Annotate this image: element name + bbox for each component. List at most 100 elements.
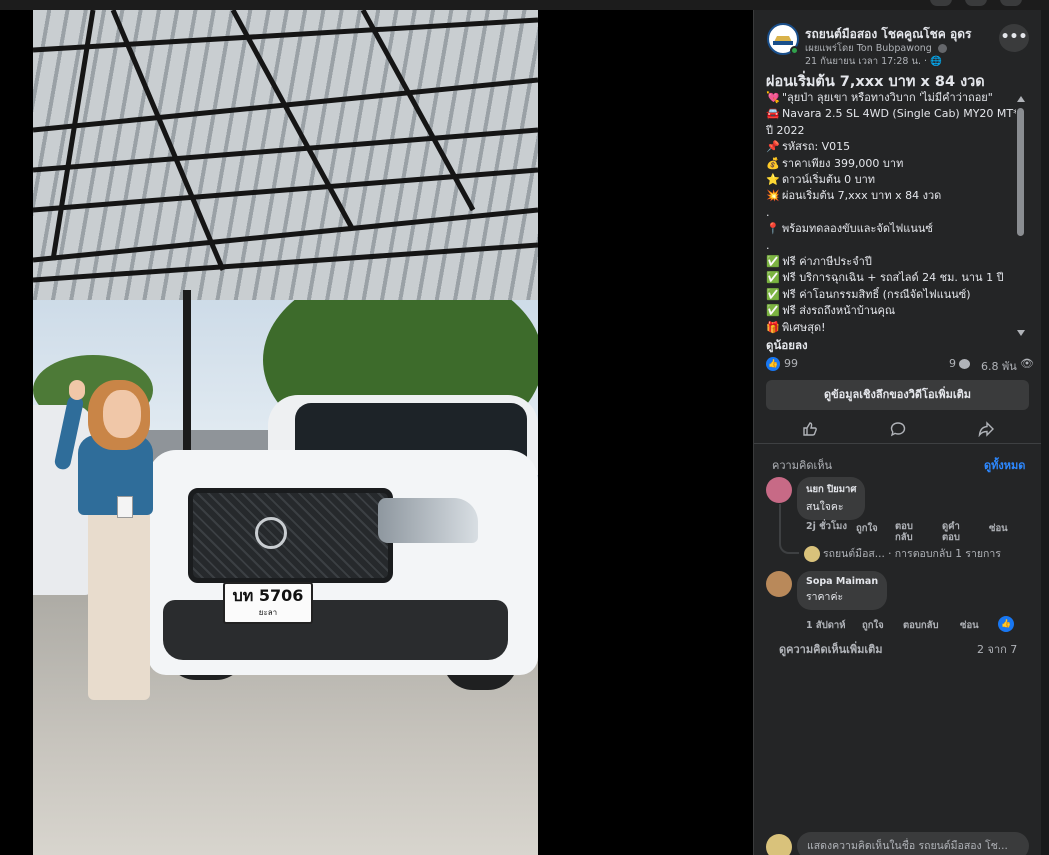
section-divider xyxy=(754,443,1042,444)
comment-bubble: Sopa Maiman ราคาค่ะ xyxy=(797,571,888,610)
see-all-comments-link[interactable]: ดูทั้งหมด xyxy=(984,456,1025,474)
post-body-text: พร้อมทดลองขับและจัดไฟแนนซ์ xyxy=(782,222,933,236)
comment-icon xyxy=(890,422,906,437)
comment-time[interactable]: 1 สัปดาห์ xyxy=(806,618,846,633)
emoji-icon: ⭐ xyxy=(766,173,780,187)
view-more-comments-link[interactable]: ดูความคิดเห็นเพิ่มเติม xyxy=(779,640,883,658)
post-body-text: ฟรี ค่าโอนกรรมสิทธิ์ (กรณีจัดไฟแนนซ์) xyxy=(782,287,971,301)
comment-count[interactable]: 9 xyxy=(949,357,956,370)
like-button[interactable] xyxy=(766,415,854,443)
post-body-text: ปี 2022 xyxy=(766,123,805,137)
emoji-icon: 💰 xyxy=(766,156,780,170)
scroll-up-arrow-icon[interactable] xyxy=(1017,96,1025,102)
nissan-emblem-icon xyxy=(255,517,287,549)
post-body-line: ✅ ฟรี บริการฉุกเฉิน + รถสไลด์ 24 ชม. นาน … xyxy=(766,270,1016,286)
reply-summary[interactable]: รถยนต์มือส... · การตอบกลับ 1 รายการ xyxy=(804,545,1001,562)
truck-grille xyxy=(188,488,393,583)
page-reply-avatar xyxy=(804,546,820,562)
video-player[interactable]: บท 5706 ยะลา xyxy=(33,10,538,855)
reply-thread-line xyxy=(779,504,799,554)
comments-header: ความคิดเห็น xyxy=(772,459,832,472)
post-body-text: ฟรี ส่งรถถึงหน้าบ้านคุณ xyxy=(782,304,896,318)
facebook-video-post-viewer: บท 5706 ยะลา รถยนต์มือสอง โชคคูณโชค อุดร… xyxy=(0,0,1049,855)
comment-bubble: นยก ปิยมาศ สนใจคะ xyxy=(797,477,866,520)
top-bar xyxy=(0,0,1049,10)
car-logo-icon xyxy=(773,36,793,45)
online-status-dot xyxy=(790,46,799,55)
post-body-line: . xyxy=(766,205,1016,221)
see-less-link[interactable]: ดูน้อยลง xyxy=(766,337,808,355)
info-icon[interactable] xyxy=(937,44,947,53)
comment-like-link[interactable]: ถูกใจ xyxy=(862,618,884,633)
video-insights-button[interactable]: ดูข้อมูลเชิงลึกของวิดีโอเพิ่มเติม xyxy=(766,380,1029,410)
top-bar-button[interactable] xyxy=(965,0,987,6)
comment-reply-link[interactable]: ตอบกลับ xyxy=(895,521,925,543)
comment-hide-link[interactable]: ซ่อน xyxy=(989,521,1008,536)
comment-reply-link[interactable]: ตอบกลับ xyxy=(903,618,939,633)
emoji-icon: 📌 xyxy=(766,140,780,154)
like-reaction-icon[interactable]: 👍 xyxy=(766,357,780,371)
post-body: 💘 "ลุยป่า ลุยเขา หรือทางวิบาก 'ไม่มีคำว่า… xyxy=(766,90,1016,336)
published-by-text: เผยแพร่โดย Ton Bubpawong xyxy=(805,43,932,54)
emoji-icon: 🚘 xyxy=(766,107,780,121)
comments-count: 2 จาก 7 xyxy=(977,643,1018,656)
comment-like-link[interactable]: ถูกใจ xyxy=(856,521,878,536)
more-options-button[interactable]: ••• xyxy=(999,24,1029,52)
post-body-line: 💘 "ลุยป่า ลุยเขา หรือทางวิบาก 'ไม่มีคำว่า… xyxy=(766,90,1016,106)
person-face xyxy=(103,390,141,438)
person-hand xyxy=(69,380,85,400)
commenter-name[interactable]: Sopa Maiman xyxy=(806,576,878,587)
view-replies-link[interactable]: ดูคำตอบ xyxy=(942,521,972,543)
commenter-avatar[interactable] xyxy=(766,477,792,503)
comment-time[interactable]: 2j ชั่วโมง xyxy=(806,521,854,532)
license-plate: บท 5706 ยะลา xyxy=(223,582,313,624)
post-body-line: ปี 2022 xyxy=(766,123,1016,139)
emoji-icon: ✅ xyxy=(766,271,780,285)
video-roof-truss xyxy=(33,10,538,283)
post-body-line: 📌 รหัสรถ: V015 xyxy=(766,139,1016,155)
post-stats: 👍 99 9 6.8 พัน 👁 xyxy=(766,356,1034,374)
post-body-scrollbar[interactable] xyxy=(1016,96,1026,336)
like-count[interactable]: 99 xyxy=(784,357,798,370)
plate-province: ยะลา xyxy=(258,608,278,617)
post-timestamp: 21 กันยายน เวลา 17:28 น. · 🌐 xyxy=(805,54,942,69)
window-edge xyxy=(1041,10,1049,855)
id-badge xyxy=(117,496,133,518)
post-body-text: ฟรี บริการฉุกเฉิน + รถสไลด์ 24 ชม. นาน 1… xyxy=(782,271,1004,285)
composer-avatar xyxy=(766,834,792,855)
thumbs-up-icon xyxy=(803,422,817,436)
person-pants xyxy=(88,510,150,700)
post-actions xyxy=(766,415,1029,443)
post-body-text: Navara 2.5 SL 4WD (Single Cab) MY20 MT* xyxy=(782,107,1016,121)
emoji-icon: ✅ xyxy=(766,287,780,301)
top-bar-button[interactable] xyxy=(930,0,952,6)
post-body-text: "ลุยป่า ลุยเขา หรือทางวิบาก 'ไม่มีคำว่าถ… xyxy=(782,91,993,104)
post-body-line: 🚘 Navara 2.5 SL 4WD (Single Cab) MY20 MT* xyxy=(766,106,1016,122)
post-body-line: 🎁 พิเศษสุด! xyxy=(766,320,1016,336)
video-pole xyxy=(183,290,191,460)
post-body-line: ✅ ฟรี ค่าภาษีประจำปี xyxy=(766,254,1016,270)
share-button[interactable] xyxy=(942,415,1030,443)
comment-hide-link[interactable]: ซ่อน xyxy=(960,618,979,633)
scroll-down-arrow-icon[interactable] xyxy=(1017,330,1025,336)
commenter-name[interactable]: นยก ปิยมาศ xyxy=(806,482,856,497)
comment-text: ราคาค่ะ xyxy=(806,591,844,603)
view-count: 6.8 พัน xyxy=(981,360,1017,373)
scroll-thumb[interactable] xyxy=(1017,108,1024,236)
post-body-line: ✅ ฟรี ส่งรถถึงหน้าบ้านคุณ xyxy=(766,303,1016,319)
comment-button[interactable] xyxy=(854,415,942,443)
post-body-text: ดาวน์เริ่มต้น 0 บาท xyxy=(782,173,876,187)
emoji-icon: 💘 xyxy=(766,91,780,104)
commenter-avatar[interactable] xyxy=(766,571,792,597)
timestamp-text[interactable]: 21 กันยายน เวลา 17:28 น. · xyxy=(805,56,927,67)
comment-text: สนใจคะ xyxy=(806,501,844,513)
post-body-line: ⭐ ดาวน์เริ่มต้น 0 บาท xyxy=(766,172,1016,188)
plate-number: บท 5706 xyxy=(232,586,304,605)
reply-summary-text[interactable]: รถยนต์มือส... · การตอบกลับ 1 รายการ xyxy=(823,548,1001,560)
post-body-text: . xyxy=(766,205,770,219)
share-icon xyxy=(978,421,994,437)
comment-input[interactable]: แสดงความคิดเห็นในชื่อ รถยนต์มือสอง โช... xyxy=(797,832,1029,855)
post-body-line: . xyxy=(766,238,1016,254)
top-bar-button[interactable] xyxy=(1000,0,1022,6)
post-body-text: . xyxy=(766,238,770,252)
